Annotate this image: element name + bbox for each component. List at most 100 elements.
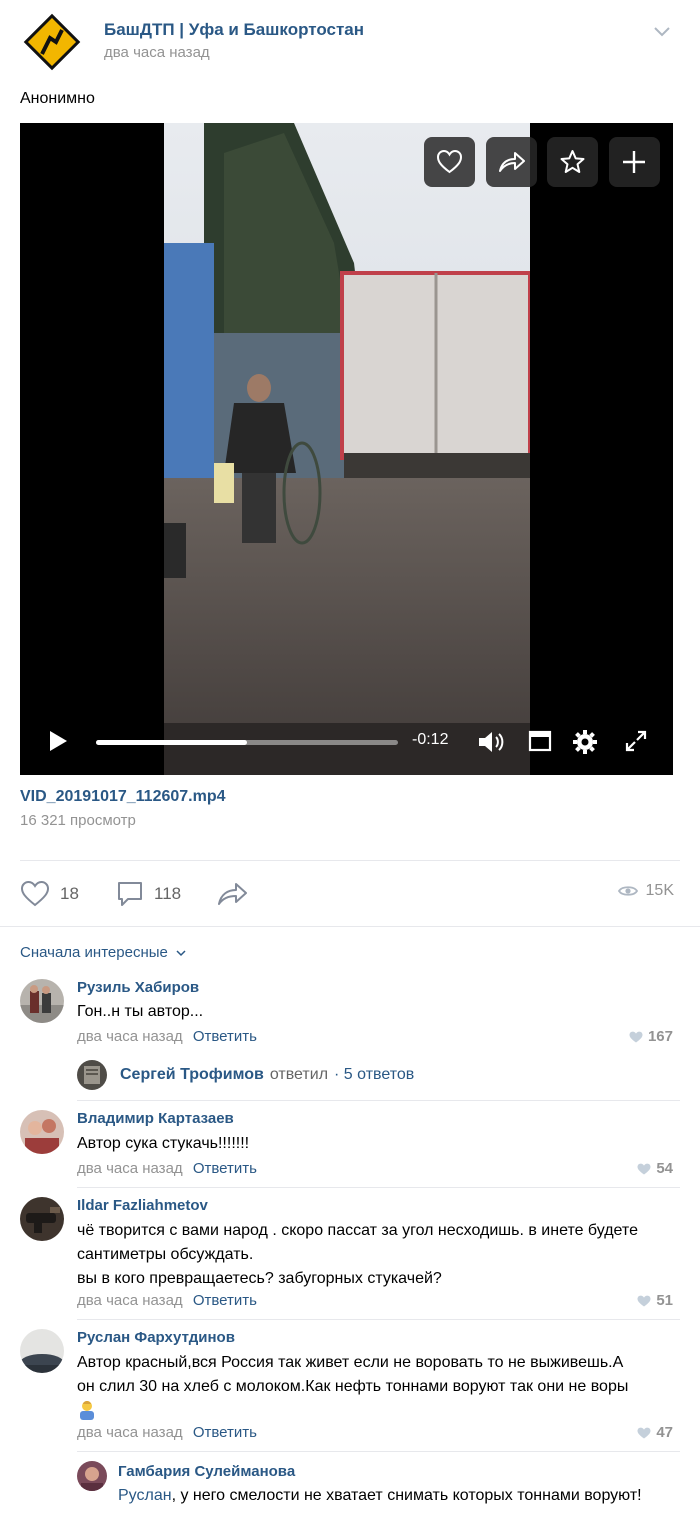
post-views: 15K: [617, 882, 674, 900]
comments-sort-dropdown[interactable]: Сначала интересные: [20, 944, 186, 961]
share-arrow-icon: [218, 883, 247, 905]
fullscreen-icon[interactable]: [624, 729, 648, 753]
comment-text: Руслан, у него смелости не хватает снима…: [118, 1484, 683, 1508]
reply-button[interactable]: Ответить: [193, 1292, 257, 1309]
reply-button[interactable]: Ответить: [193, 1160, 257, 1177]
comment-text-line: он слил 30 на хлеб с молоком.Как нефть т…: [77, 1378, 629, 1395]
comment-text: Автор красный,вся Россия так живет если …: [77, 1351, 677, 1423]
comment-text: чё творится с вами народ . скоро пассат …: [77, 1219, 677, 1291]
reply-button[interactable]: Ответить: [193, 1424, 257, 1441]
comment-like-button[interactable]: 167: [629, 1028, 673, 1045]
comment: Владимир Картазаев Автор сука стукачь!!!…: [20, 1110, 680, 1190]
post-actions: 18 118 15K: [20, 878, 680, 910]
comment-like-count: 51: [656, 1292, 673, 1309]
comment-like-count: 167: [647, 1028, 673, 1045]
share-arrow-icon: [499, 152, 525, 172]
comment-like-count: 54: [656, 1160, 673, 1177]
nested-reply: Гамбария Сулейманова Руслан, у него смел…: [77, 1461, 680, 1511]
video-player[interactable]: -0:12: [20, 123, 673, 775]
video-add-button[interactable]: [609, 137, 660, 187]
reply-text: , у него смелости не хватает снимать кот…: [171, 1487, 642, 1504]
video-controls: -0:12: [20, 715, 673, 775]
comment-author[interactable]: Руслан Фархутдинов: [77, 1329, 235, 1346]
heart-icon: [629, 1031, 643, 1042]
eye-icon: [617, 886, 638, 896]
comment-text-line: чё творится с вами народ . скоро пассат …: [77, 1222, 638, 1239]
comment-text-line: сантиметры обсуждать.: [77, 1246, 254, 1263]
comment-text: Гон..н ты автор...: [77, 1003, 204, 1020]
heart-icon: [637, 1295, 651, 1306]
comment-time[interactable]: два часа назад: [77, 1028, 183, 1045]
volume-icon[interactable]: [477, 729, 505, 755]
comment: Рузиль Хабиров Гон..н ты автор... два ча…: [20, 979, 680, 1059]
video-file-name[interactable]: VID_20191017_112607.mp4: [20, 788, 226, 806]
comment: Ildar Fazliahmetov чё творится с вами на…: [20, 1197, 680, 1317]
video-favorite-button[interactable]: [547, 137, 598, 187]
comment: Руслан Фархутдинов Автор красный,вся Рос…: [20, 1329, 680, 1449]
post-time[interactable]: два часа назад: [104, 44, 210, 61]
comment-meta: два часа назад Ответить: [77, 1160, 257, 1177]
thread-reply-count[interactable]: · 5 ответов: [334, 1066, 414, 1084]
star-icon: [560, 150, 585, 173]
chevron-down-icon: [176, 950, 186, 956]
comment-text-line: Автор красный,вся Россия так живет если …: [77, 1354, 624, 1371]
comment-text-line: вы в кого превращаетесь? забугорных стук…: [77, 1270, 442, 1287]
comment-meta: два часа назад Ответить: [77, 1028, 257, 1045]
chevron-down-icon[interactable]: [652, 24, 672, 38]
comment-meta: два часа назад Ответить: [77, 1424, 257, 1441]
comment-author[interactable]: Гамбария Сулейманова: [118, 1463, 295, 1480]
comment-like-button[interactable]: 51: [637, 1292, 673, 1309]
post-views-count: 15K: [645, 882, 674, 899]
play-icon[interactable]: [48, 730, 68, 752]
comment-icon: [118, 882, 142, 906]
comment-time[interactable]: два часа назад: [77, 1424, 183, 1441]
heart-icon: [637, 1163, 651, 1174]
comment-meta: два часа назад Ответить: [77, 1292, 257, 1309]
thread-author[interactable]: Сергей Трофимов: [120, 1066, 264, 1084]
video-like-button[interactable]: [424, 137, 475, 187]
settings-gear-icon[interactable]: [572, 729, 598, 755]
divider: [77, 1451, 680, 1452]
avatar[interactable]: [77, 1060, 107, 1090]
progress-bar[interactable]: [96, 740, 398, 745]
avatar[interactable]: [20, 1329, 64, 1373]
emoji: [77, 1399, 677, 1423]
person-emoji-icon: [80, 1401, 94, 1420]
replies-thread[interactable]: Сергей Трофимов ответил · 5 ответов: [77, 1060, 414, 1090]
comment-button[interactable]: 118: [116, 878, 181, 910]
reply-button[interactable]: Ответить: [193, 1028, 257, 1045]
avatar[interactable]: [20, 1197, 64, 1241]
divider: [20, 860, 680, 861]
group-logo[interactable]: [20, 10, 84, 74]
heart-icon: [436, 149, 463, 174]
post-text: Анонимно: [20, 90, 95, 107]
comment-time[interactable]: два часа назад: [77, 1160, 183, 1177]
like-button[interactable]: 18: [20, 878, 79, 910]
comment-like-button[interactable]: 54: [637, 1160, 673, 1177]
comment-like-count: 47: [656, 1424, 673, 1441]
reply-addressee-link[interactable]: Руслан: [118, 1487, 172, 1504]
group-name[interactable]: БашДТП | Уфа и Башкортостан: [104, 20, 364, 40]
time-remaining: -0:12: [412, 731, 449, 748]
comment-author[interactable]: Рузиль Хабиров: [77, 979, 199, 996]
comment-like-button[interactable]: 47: [637, 1424, 673, 1441]
share-button[interactable]: [216, 878, 248, 910]
divider: [77, 1187, 680, 1188]
like-count: 18: [60, 884, 79, 903]
divider: [0, 926, 700, 927]
avatar[interactable]: [20, 979, 64, 1023]
comment-author[interactable]: Владимир Картазаев: [77, 1110, 234, 1127]
comment-author[interactable]: Ildar Fazliahmetov: [77, 1197, 208, 1214]
video-share-button[interactable]: [486, 137, 537, 187]
comments-sort-label: Сначала интересные: [20, 944, 168, 961]
miniplayer-icon[interactable]: [528, 729, 552, 753]
plus-icon: [623, 151, 645, 173]
comment-text: Автор сука стукачь!!!!!!!: [77, 1135, 250, 1152]
avatar[interactable]: [77, 1461, 107, 1491]
video-frame: [164, 123, 530, 775]
progress-fill: [96, 740, 247, 745]
comment-time[interactable]: два часа назад: [77, 1292, 183, 1309]
divider: [77, 1319, 680, 1320]
heart-icon: [637, 1427, 651, 1438]
avatar[interactable]: [20, 1110, 64, 1154]
